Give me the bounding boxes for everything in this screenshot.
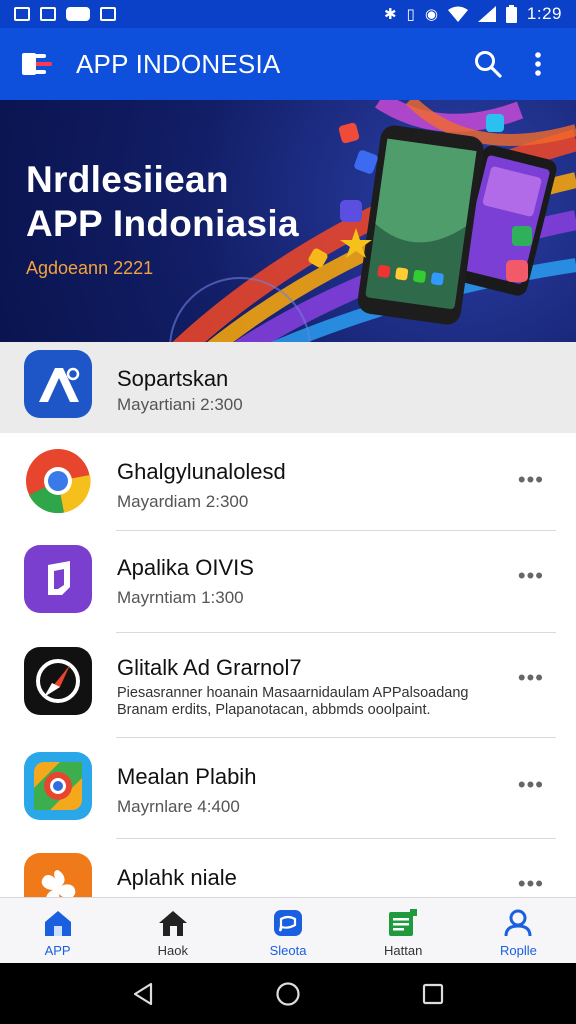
more-options-icon[interactable]: ••• [518,667,544,689]
list-item-text: Mealan Plabih Mayrnlare 4:400 [117,752,576,818]
app-title: APP INDONESIA [76,48,281,79]
app-meta: Mayrnlare 4:400 [117,797,240,816]
list-item[interactable]: Mealan Plabih Mayrnlare 4:400 ••• [0,738,576,839]
recents-button[interactable] [413,974,453,1014]
home-circle-icon [276,981,300,1006]
app-name: Ghalgylunalolesd [117,459,286,484]
app-description-line2: Branam erdits, Plapanotacan, abbmds oool… [117,702,431,718]
list-item-text: Ghalgylunalolesd Mayardiam 2:300 [117,447,576,513]
bluetooth-icon: ✱ [383,5,397,23]
map-style-icon [24,752,92,820]
list-item-text: Glitalk Ad Grarnol7 Piesasranner hoanain… [117,647,576,719]
home-button[interactable] [268,974,308,1014]
status-time: 1:29 [526,4,562,23]
list-item-text: Aplahk niale [117,853,576,897]
more-vertical-icon [535,52,541,76]
wifi-icon [447,6,468,22]
location-icon: ◉ [424,5,438,23]
app-list: Sopartskan Mayartiani 2:300 Ghalgylunalo… [0,342,576,897]
app-bar: APP INDONESIA [0,28,576,100]
nav-item-sleota[interactable]: Sleota [230,898,345,963]
nav-label: Roplle [499,943,537,958]
list-item[interactable]: Glitalk Ad Grarnol7 Piesasranner hoanain… [0,633,576,738]
list-item[interactable]: Apalika OIVIS Mayrntiam 1:300 ••• [0,531,576,633]
banner-title-line2: APP Indoniasia [26,203,299,244]
app-name: Sopartskan [117,366,229,391]
nav-label: Hattan [384,943,423,958]
home-filled-icon [42,908,74,938]
app-name: Aplahk niale [117,865,237,890]
signal-icon [477,6,496,22]
back-triangle-icon [133,982,152,1005]
orange-flower-icon [24,853,92,897]
app-notification-icon [100,7,116,21]
banner-title-line1: Nrdlesiiean [26,159,229,200]
house-icon [157,908,189,938]
nav-item-roplle[interactable]: Roplle [461,898,576,963]
screen: ✱ ▯ ◉ 1:29 APP INDONESIA Nrdlesiiean APP… [0,0,576,1024]
app-meta: Mayardiam 2:300 [117,492,249,511]
nav-label: Haok [157,943,188,958]
list-item-text: Sopartskan Mayartiani 2:300 [117,350,576,416]
app-meta: Mayartiani 2:300 [117,395,243,414]
more-options-icon[interactable]: ••• [518,469,544,491]
list-item[interactable]: Sopartskan Mayartiani 2:300 [0,342,576,433]
promo-banner[interactable]: Nrdlesiiean APP Indoniasia Agdoeann 2221 [0,100,576,342]
back-button[interactable] [123,974,163,1014]
banner-title: Nrdlesiiean APP Indoniasia [26,158,299,246]
search-icon [475,51,502,78]
bottom-navigation: APP Haok Sleota Hattan Roplle [0,897,576,963]
status-left-icons [14,7,116,21]
notification-square-icon [14,7,30,21]
messenger-icon [66,7,90,21]
nav-item-app[interactable]: APP [0,898,115,963]
more-options-icon[interactable]: ••• [518,873,544,895]
app-logo-icon[interactable] [22,50,62,78]
app-meta: Mayrntiam 1:300 [117,588,244,607]
system-navigation-bar [0,963,576,1024]
app-description: Piesasranner hoanain Masaarnidaulam APPa… [117,685,517,719]
nav-item-haok[interactable]: Haok [115,898,230,963]
chat-bubble-icon [272,908,304,938]
nav-label: APP [44,943,71,958]
list-item[interactable]: Ghalgylunalolesd Mayardiam 2:300 ••• [0,433,576,531]
status-right-icons: ✱ ▯ ◉ 1:29 [384,4,562,24]
more-options-icon[interactable]: ••• [518,565,544,587]
app-description-line1: Piesasranner hoanain Masaarnidaulam APPa… [117,685,469,701]
app-name: Glitalk Ad Grarnol7 [117,655,302,680]
black-compass-arrow-icon [24,647,92,715]
chrome-style-icon [24,447,92,515]
banner-subtitle: Agdoeann 2221 [26,258,154,278]
person-icon [502,908,534,938]
search-button[interactable] [468,44,508,84]
nav-item-hattan[interactable]: Hattan [346,898,461,963]
vibrate-icon: ▯ [406,5,415,23]
purple-music-note-icon [24,545,92,613]
more-options-button[interactable] [518,44,558,84]
document-list-icon [387,908,419,938]
recents-square-icon [423,983,444,1004]
app-name: Mealan Plabih [117,764,257,789]
nav-label: Sleota [269,943,307,958]
blue-a-logo-icon [24,350,92,418]
more-options-icon[interactable]: ••• [518,774,544,796]
image-icon [40,7,56,21]
status-bar: ✱ ▯ ◉ 1:29 [0,0,576,28]
battery-icon [505,5,517,23]
list-item[interactable]: Aplahk niale ••• [0,839,576,897]
list-item-text: Apalika OIVIS Mayrntiam 1:300 [117,545,576,609]
app-name: Apalika OIVIS [117,555,254,580]
